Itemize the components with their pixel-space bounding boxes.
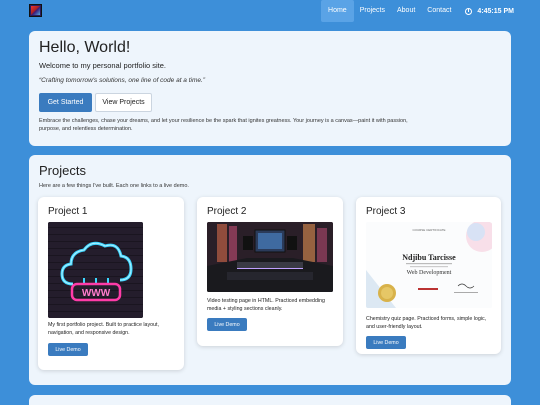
view-projects-button[interactable]: View Projects xyxy=(95,93,152,112)
clock-icon xyxy=(465,7,473,15)
hero-title: Hello, World! xyxy=(39,39,131,56)
navbar: Home Projects About Contact 4:45:15 PM xyxy=(0,0,540,22)
project-image-3[interactable]: COURSE CERTIFICATE Ndjibu Tarcisse Web D… xyxy=(366,222,492,308)
project-image-1[interactable]: WWW xyxy=(48,222,143,318)
projects-subtitle: Here are a few things I've built. Each o… xyxy=(39,183,189,189)
live-demo-button-1[interactable]: Live Demo xyxy=(48,343,88,356)
project-description: My first portfolio project. Built to pra… xyxy=(48,322,159,336)
nav-link-contact[interactable]: Contact xyxy=(421,0,457,22)
cert-name: Ndjibu Tarcisse xyxy=(402,253,456,262)
cert-heading: COURSE CERTIFICATE xyxy=(412,228,445,232)
nav-link-home[interactable]: Home xyxy=(321,0,354,22)
cert-course: Web Development xyxy=(407,270,452,276)
project-card-2: Project 2 Video testing page in HTML. Pr… xyxy=(197,197,343,346)
clock: 4:45:15 PM xyxy=(465,7,514,15)
neon-cloud-icon: WWW xyxy=(60,241,133,302)
site-logo[interactable] xyxy=(29,4,42,17)
nav-link-about[interactable]: About xyxy=(391,0,421,22)
live-demo-button-3[interactable]: Live Demo xyxy=(366,336,406,349)
neon-cloud-www-image: WWW xyxy=(48,222,143,318)
hero-text: Embrace the challenges, chase your dream… xyxy=(39,118,408,132)
project-image-2[interactable] xyxy=(207,222,333,292)
hero-subtitle: Welcome to my personal portfolio site. xyxy=(39,61,166,70)
project-description: Chemistry quiz page. Practiced forms, si… xyxy=(366,316,487,330)
certificate-image: COURSE CERTIFICATE Ndjibu Tarcisse Web D… xyxy=(366,222,492,308)
project-title: Project 2 xyxy=(207,206,247,217)
recording-studio-image xyxy=(207,222,333,292)
live-demo-button-2[interactable]: Live Demo xyxy=(207,318,247,331)
neon-www-text: WWW xyxy=(82,288,111,299)
logo-icon xyxy=(31,6,40,15)
projects-section: Projects Here are a few things I've buil… xyxy=(29,155,511,385)
nav-link-projects[interactable]: Projects xyxy=(354,0,391,22)
hero-section: Hello, World! Welcome to my personal por… xyxy=(29,31,511,146)
project-card-1: Project 1 WWW My first portfolio project… xyxy=(38,197,184,370)
hero-quote: “Crafting tomorrow's solutions, one line… xyxy=(39,77,205,84)
project-title: Project 3 xyxy=(366,206,406,217)
clock-time: 4:45:15 PM xyxy=(477,7,514,15)
project-card-3: Project 3 COURSE CERTIFICATE Ndjibu Tarc… xyxy=(356,197,501,354)
next-section xyxy=(29,395,511,405)
project-description: Video testing page in HTML. Practiced em… xyxy=(207,298,325,312)
project-title: Project 1 xyxy=(48,206,88,217)
nav-menu: Home Projects About Contact 4:45:15 PM xyxy=(321,0,514,22)
projects-title: Projects xyxy=(39,163,86,178)
get-started-button[interactable]: Get Started xyxy=(39,93,92,112)
